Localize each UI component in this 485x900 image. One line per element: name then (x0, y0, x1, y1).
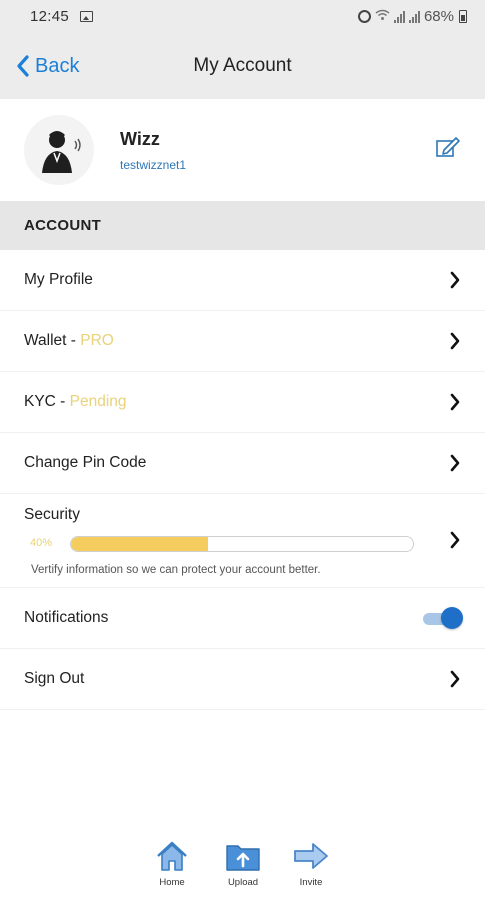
menu-item-my-profile[interactable]: My Profile (0, 250, 485, 311)
menu-item-kyc[interactable]: KYC - Pending (0, 372, 485, 433)
menu-item-security[interactable]: Security 40% Vertify information so we c… (0, 494, 485, 588)
wallet-status-badge: PRO (80, 332, 114, 349)
battery-percent: 68% (423, 8, 454, 25)
menu-item-label: Change Pin Code (24, 454, 147, 471)
chevron-right-icon (450, 271, 460, 289)
image-icon (80, 11, 94, 22)
chevron-right-icon (450, 332, 460, 350)
security-percent: 40% (30, 537, 53, 549)
tab-label: Invite (299, 877, 323, 888)
security-progress-bar (70, 536, 414, 552)
home-icon (157, 841, 187, 871)
tab-label: Upload (227, 877, 259, 888)
menu-item-label: Notifications (24, 609, 109, 626)
status-bar: 12:45 68% (0, 0, 485, 33)
tab-upload[interactable]: Upload (213, 840, 273, 888)
status-icons: 68% (357, 8, 467, 25)
tab-home[interactable]: Home (142, 840, 202, 888)
menu-item-label: KYC - (24, 393, 70, 410)
menu-item-label: Security (24, 506, 80, 523)
alarm-icon (357, 10, 371, 23)
menu-item-notifications: Notifications (0, 588, 485, 649)
edit-profile-button[interactable] (435, 135, 461, 164)
signal-icon (408, 10, 420, 23)
tab-label: Home (159, 877, 185, 888)
upload-folder-icon (226, 845, 260, 871)
toggle-knob (441, 607, 463, 629)
nav-bar: Back My Account (0, 33, 485, 99)
security-progress-fill (71, 537, 208, 551)
tab-invite[interactable]: Invite (281, 840, 341, 888)
kyc-status-badge: Pending (69, 393, 127, 410)
back-label: Back (35, 54, 80, 77)
chevron-left-icon (17, 55, 29, 77)
bottom-tab-bar: Home Upload Invite (0, 840, 485, 900)
chevron-right-icon (450, 393, 460, 411)
profile-username: testwizznet1 (120, 157, 187, 172)
back-button[interactable]: Back (16, 33, 79, 99)
status-time: 12:45 (30, 8, 70, 25)
battery-icon (459, 10, 467, 23)
arrow-right-icon (294, 843, 328, 869)
menu-item-wallet[interactable]: Wallet - PRO (0, 311, 485, 372)
chevron-right-icon (450, 531, 460, 549)
signal-icon (393, 10, 405, 23)
menu-item-label: My Profile (24, 271, 93, 288)
profile-info: Wizz testwizznet1 (120, 129, 186, 172)
person-avatar-icon (42, 131, 81, 173)
chevron-right-icon (450, 670, 460, 688)
profile-name: Wizz (120, 128, 160, 149)
menu-item-label: Wallet - (24, 332, 81, 349)
chevron-right-icon (450, 454, 460, 472)
profile-card: Wizz testwizznet1 (0, 99, 485, 201)
menu-item-change-pin[interactable]: Change Pin Code (0, 433, 485, 494)
wifi-icon (375, 9, 390, 24)
menu-item-label: Sign Out (24, 670, 85, 687)
edit-icon (436, 137, 460, 157)
menu-item-sign-out[interactable]: Sign Out (0, 649, 485, 710)
security-hint: Vertify information so we can protect yo… (31, 564, 321, 576)
notifications-toggle[interactable] (423, 607, 463, 629)
section-header-account: ACCOUNT (0, 201, 485, 250)
avatar[interactable] (24, 115, 94, 185)
